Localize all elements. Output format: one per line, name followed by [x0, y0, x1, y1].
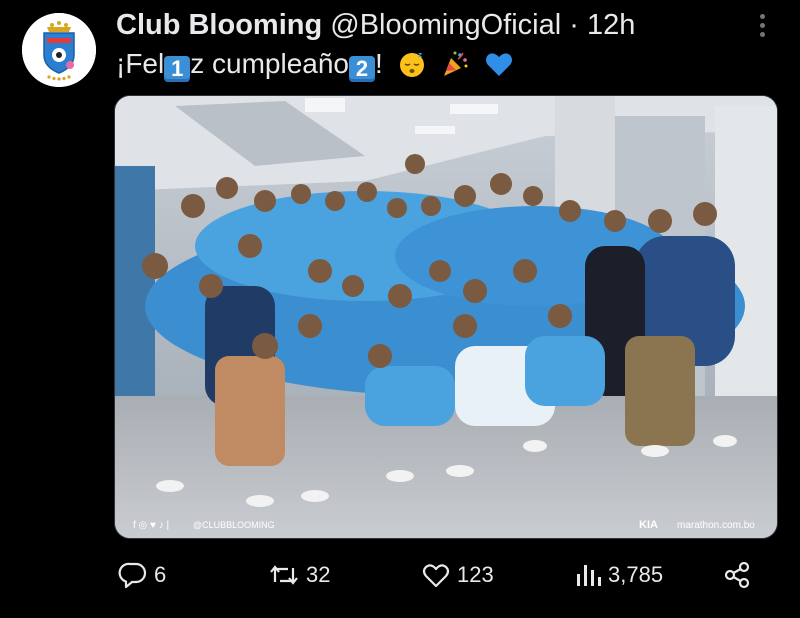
share-icon	[724, 561, 750, 589]
tweet-text: ¡Fel 1 z cumpleaño 2! z	[116, 46, 514, 82]
reply-button[interactable]: 6	[118, 555, 166, 595]
like-button[interactable]: 123	[421, 555, 494, 595]
reply-icon	[118, 562, 147, 589]
views-icon	[577, 565, 601, 586]
more-vertical-icon[interactable]	[757, 14, 767, 42]
user-handle[interactable]: @BloomingOficial	[330, 9, 561, 41]
sleeping-face-emoji: z	[399, 51, 424, 77]
photo-source: marathon.com.bo	[677, 520, 755, 531]
like-icon	[422, 564, 450, 588]
svg-text:z: z	[418, 51, 422, 59]
party-popper-emoji	[444, 51, 468, 76]
like-count: 123	[457, 562, 494, 587]
tweet-time[interactable]: 12h	[587, 9, 635, 41]
separator-dot: ·	[569, 9, 579, 41]
display-name[interactable]: Club Blooming	[116, 9, 322, 41]
retweet-button[interactable]: 32	[268, 555, 330, 595]
reply-count: 6	[154, 562, 167, 587]
photo-credit: @CLUBBLOOMING	[193, 520, 275, 530]
views-count: 3,785	[608, 562, 664, 587]
keycap-two-emoji: 2	[349, 56, 375, 82]
share-button[interactable]	[722, 555, 752, 595]
text-part: !	[375, 48, 383, 79]
tweet-header: Club Blooming @BloomingOficial · 12h	[116, 8, 635, 42]
team-celebration-photo: f ◎ ♥ ♪ | @CLUBBLOOMING KIA marathon.com…	[115, 96, 777, 538]
blue-heart-emoji	[486, 53, 513, 76]
retweet-icon	[270, 565, 298, 585]
club-crest-logo	[22, 13, 96, 87]
tweet-actions-bar: 6 32 123 3,785	[0, 555, 800, 595]
views-button[interactable]: 3,785	[574, 555, 663, 595]
text-part: z cumpleaño	[190, 48, 349, 79]
keycap-one-emoji: 1	[164, 56, 191, 82]
sponsor-logo: KIA	[639, 519, 658, 531]
club-avatar[interactable]	[22, 13, 96, 87]
retweet-count: 32	[306, 562, 331, 587]
tweet-photo[interactable]: f ◎ ♥ ♪ | @CLUBBLOOMING KIA marathon.com…	[114, 95, 778, 539]
text-part: ¡Fel	[116, 48, 165, 79]
social-icons-row: f ◎ ♥ ♪ |	[133, 520, 169, 531]
